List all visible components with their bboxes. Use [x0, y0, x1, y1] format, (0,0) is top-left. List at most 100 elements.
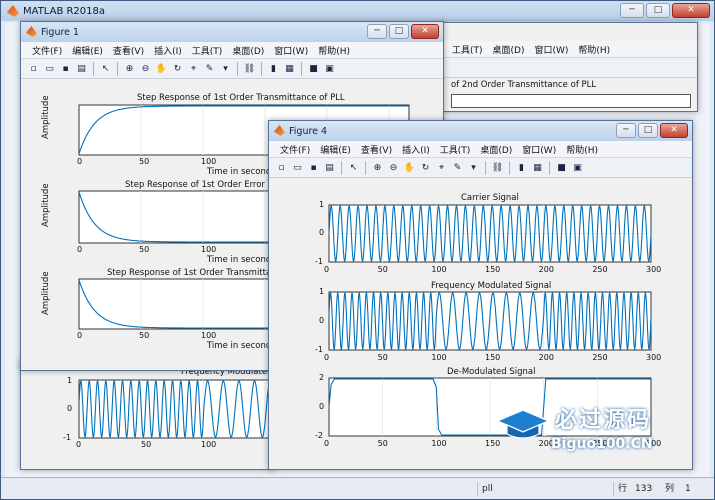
xtick-label: 50: [377, 439, 388, 448]
menu-desktop[interactable]: 桌面(D): [488, 43, 530, 56]
matlab-title-bar[interactable]: MATLAB R2018a ─ □ ✕: [1, 1, 714, 21]
colorbar-icon[interactable]: ▮: [515, 161, 528, 174]
save-icon[interactable]: ▪: [59, 62, 72, 75]
figure-back-window[interactable]: 工具(T) 桌面(D) 窗口(W) 帮助(H) of 2nd Order Tra…: [440, 22, 698, 112]
show-tools-icon[interactable]: ▣: [323, 62, 336, 75]
xtick-label: 50: [377, 353, 388, 362]
legend-icon[interactable]: ▦: [531, 161, 544, 174]
new-file-icon[interactable]: ▫: [275, 161, 288, 174]
fig1-plot1-xtick: 50: [139, 157, 150, 166]
close-button[interactable]: ✕: [660, 123, 688, 138]
fig4-plot1-axes: [328, 204, 652, 263]
toolbar-separator: [93, 61, 94, 76]
hide-tools-icon[interactable]: ■: [307, 62, 320, 75]
fig4-plot2-title: Frequency Modulated Signal: [431, 281, 552, 291]
fm-under-ytick: 0: [67, 404, 73, 413]
minimize-button[interactable]: ─: [367, 24, 387, 39]
pointer-icon[interactable]: ↖: [347, 161, 360, 174]
fig4-plot3-ytick: -2: [315, 431, 323, 440]
colorbar-icon[interactable]: ▮: [267, 62, 280, 75]
brush-icon[interactable]: ✎: [203, 62, 216, 75]
menu-help[interactable]: 帮助(H): [573, 43, 615, 56]
menu-desktop[interactable]: 桌面(D): [475, 143, 517, 156]
figure-4-title-bar[interactable]: Figure 4 ─ □ ✕: [269, 121, 692, 141]
new-file-icon[interactable]: ▫: [27, 62, 40, 75]
menu-insert[interactable]: 插入(I): [149, 44, 187, 57]
toolbar-separator: [549, 160, 550, 175]
matlab-title: MATLAB R2018a: [23, 5, 106, 17]
fig1-plot1-title: Step Response of 1st Order Transmittance…: [137, 93, 345, 103]
toolbar-separator: [485, 160, 486, 175]
fig1-plot2-xlabel: Time in second: [207, 255, 272, 265]
menu-edit[interactable]: 编辑(E): [315, 143, 356, 156]
minimize-button[interactable]: ─: [616, 123, 636, 138]
figure-1-title-bar[interactable]: Figure 1 ─ □ ✕: [21, 22, 443, 42]
save-icon[interactable]: ▪: [307, 161, 320, 174]
menu-file[interactable]: 文件(F): [275, 143, 315, 156]
fig4-plot1-ytick: 1: [319, 200, 325, 209]
legend-icon[interactable]: ▦: [283, 62, 296, 75]
close-button[interactable]: ✕: [411, 24, 439, 39]
data-cursor-icon[interactable]: ⌖: [435, 161, 448, 174]
print-icon[interactable]: ▤: [323, 161, 336, 174]
menu-file[interactable]: 文件(F): [27, 44, 67, 57]
pointer-icon[interactable]: ↖: [99, 62, 112, 75]
menu-help[interactable]: 帮助(H): [561, 143, 603, 156]
menu-help[interactable]: 帮助(H): [313, 44, 355, 57]
toolbar-separator: [509, 160, 510, 175]
fig1-plot2-title: Step Response of 1st Order Error T: [125, 180, 273, 190]
menu-view[interactable]: 查看(V): [108, 44, 149, 57]
zoom-in-icon[interactable]: ⊕: [371, 161, 384, 174]
xtick-label: 200: [538, 353, 554, 362]
pan-hand-icon[interactable]: ✋: [155, 62, 168, 75]
menu-tools[interactable]: 工具(T): [447, 43, 488, 56]
menu-desktop[interactable]: 桌面(D): [227, 44, 269, 57]
print-icon[interactable]: ▤: [75, 62, 88, 75]
show-tools-icon[interactable]: ▣: [571, 161, 584, 174]
link-plot-icon[interactable]: ⛓: [243, 62, 256, 75]
xtick-label: 0: [324, 353, 330, 362]
fig1-plot2-xtick: 100: [201, 245, 217, 254]
zoom-out-icon[interactable]: ⊖: [139, 62, 152, 75]
menu-tools[interactable]: 工具(T): [435, 143, 476, 156]
fm-under-ytick: 1: [67, 376, 73, 385]
figure-back-axes: [451, 94, 691, 108]
hide-tools-icon[interactable]: ■: [555, 161, 568, 174]
maximize-button[interactable]: □: [389, 24, 409, 39]
menu-view[interactable]: 查看(V): [356, 143, 397, 156]
minimize-button[interactable]: ─: [620, 3, 644, 18]
open-folder-icon[interactable]: ▭: [43, 62, 56, 75]
toolbar-separator: [117, 61, 118, 76]
maximize-button[interactable]: □: [646, 3, 670, 18]
dropdown-icon[interactable]: ▾: [467, 161, 480, 174]
fig4-plot1-ytick: 0: [319, 228, 325, 237]
figure-4-title: Figure 4: [289, 125, 328, 137]
brush-icon[interactable]: ✎: [451, 161, 464, 174]
menu-tools[interactable]: 工具(T): [187, 44, 228, 57]
menu-edit[interactable]: 编辑(E): [67, 44, 108, 57]
menu-window[interactable]: 窗口(W): [269, 44, 313, 57]
menu-insert[interactable]: 插入(I): [397, 143, 435, 156]
close-button[interactable]: ✕: [672, 3, 710, 18]
fig1-plot3-xtick: 100: [201, 331, 217, 340]
dropdown-icon[interactable]: ▾: [219, 62, 232, 75]
maximize-button[interactable]: □: [638, 123, 658, 138]
fig1-plot1-xtick: 0: [77, 157, 83, 166]
link-plot-icon[interactable]: ⛓: [491, 161, 504, 174]
menu-window[interactable]: 窗口(W): [517, 143, 561, 156]
rotate-icon[interactable]: ↻: [419, 161, 432, 174]
data-cursor-icon[interactable]: ⌖: [187, 62, 200, 75]
figure-1-toolbar: ▫ ▭ ▪ ▤ ↖ ⊕ ⊖ ✋ ↻ ⌖ ✎ ▾ ⛓ ▮ ▦ ■ ▣: [21, 59, 443, 79]
pan-hand-icon[interactable]: ✋: [403, 161, 416, 174]
status-row-value: 133: [635, 484, 653, 494]
zoom-out-icon[interactable]: ⊖: [387, 161, 400, 174]
fig1-plot2-ylabel: Amplitude: [41, 183, 51, 227]
rotate-icon[interactable]: ↻: [171, 62, 184, 75]
graduation-cap-icon: [495, 409, 551, 439]
menu-window[interactable]: 窗口(W): [529, 43, 573, 56]
toolbar-separator: [341, 160, 342, 175]
fig4-plot2-ytick: 1: [319, 287, 325, 296]
zoom-in-icon[interactable]: ⊕: [123, 62, 136, 75]
open-folder-icon[interactable]: ▭: [291, 161, 304, 174]
fig4-plot2-axes: [328, 291, 652, 351]
